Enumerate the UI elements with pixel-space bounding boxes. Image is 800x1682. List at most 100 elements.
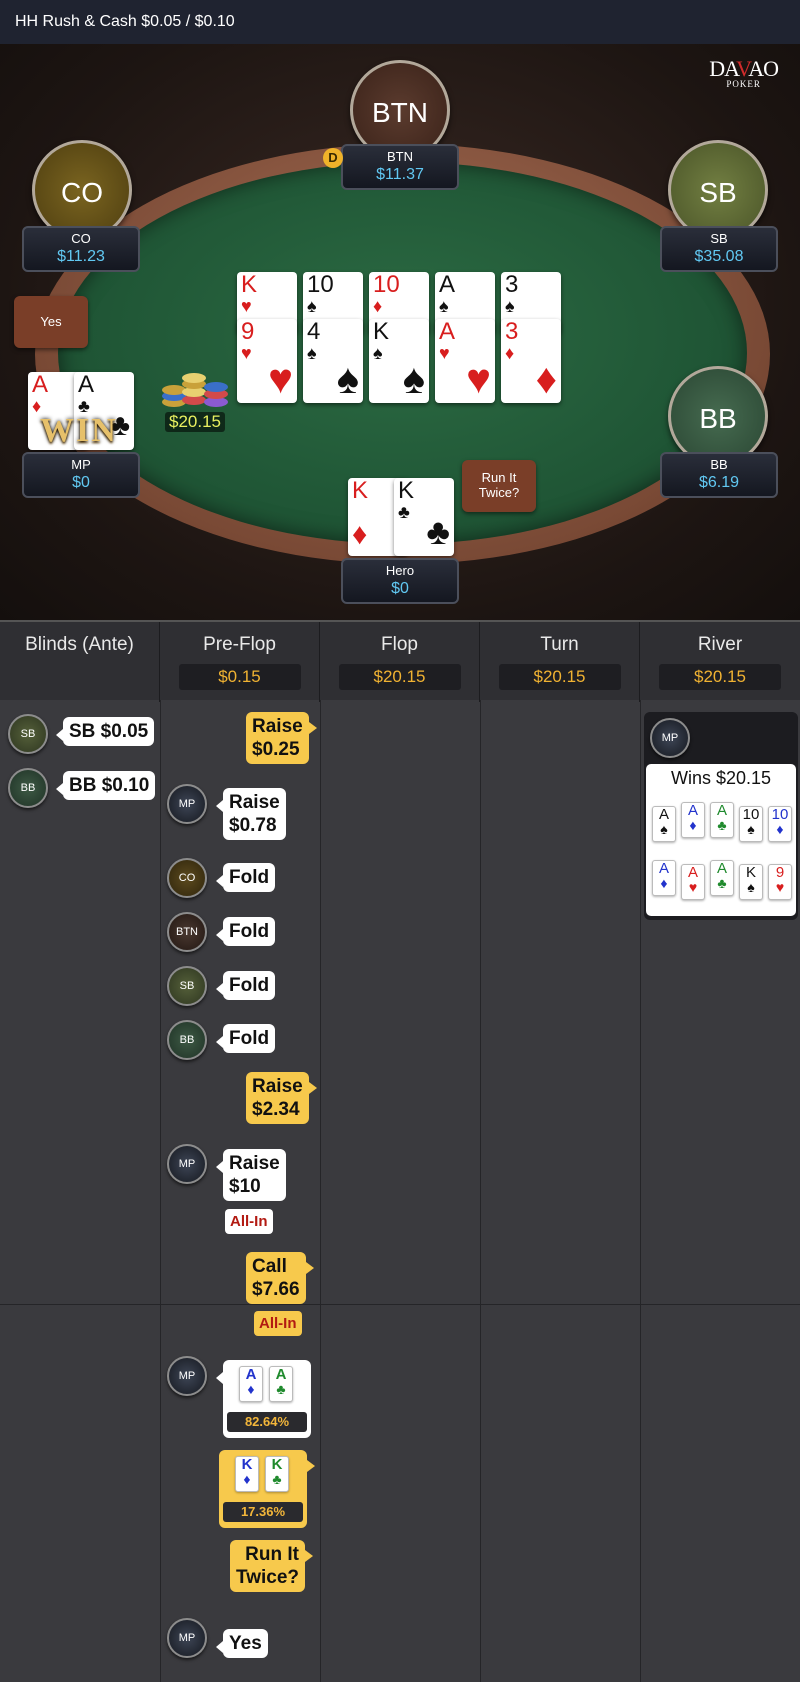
seat-stack: $11.23 (57, 248, 105, 265)
mini-card: A ♣ (710, 860, 734, 896)
col-pot: $0.15 (178, 664, 301, 690)
seat-name: CO (71, 231, 91, 246)
col-pot: $20.15 (498, 664, 621, 690)
mini-card: A ♥ (681, 864, 705, 900)
mini-card: 10 ♦ (768, 806, 792, 842)
chip-mp: MP (167, 1144, 207, 1184)
col-preflop: Pre-Flop $0.15 (160, 622, 320, 702)
action-call-hero: Call $7.66 (246, 1252, 314, 1304)
wins-label: Wins $20.15 (670, 768, 772, 788)
davao-poker-logo: DAVAO POKER (709, 56, 779, 89)
avatar-bb[interactable]: BB (668, 366, 768, 466)
divider (320, 700, 321, 1682)
board-card-bottom-1: 9 ♥ ♥ (237, 319, 297, 403)
seat-stack: $35.08 (694, 248, 744, 265)
poker-table: DAVAO POKER BTN BTN $11.37 D CO CO $11.2… (0, 44, 800, 620)
blind-bb-bubble: BB $0.10 (55, 771, 156, 800)
col-blinds: Blinds (Ante) (0, 622, 160, 702)
seat-name: Hero (385, 563, 415, 578)
win-badge: WIN (40, 412, 118, 449)
mini-card: 10 ♠ (739, 806, 763, 842)
board-card-bottom-4: A ♥ ♥ (435, 319, 495, 403)
chip-co: CO (167, 858, 207, 898)
seat-plate-btn: BTN $11.37 (341, 144, 459, 190)
col-river: River $20.15 (640, 622, 800, 702)
action-fold-btn: Fold (215, 917, 276, 946)
action-raise-hero-2: Raise $2.34 (246, 1072, 317, 1124)
avatar-co[interactable]: CO (32, 140, 132, 240)
equity-mp: 82.64% (227, 1412, 307, 1432)
chip-btn: BTN (167, 912, 207, 952)
col-flop: Flop $20.15 (320, 622, 480, 702)
mini-card: A ♠ (652, 806, 676, 842)
mini-card: K ♣ (265, 1456, 289, 1492)
chip-mp: MP (650, 718, 690, 758)
mini-card: A ♦ (681, 802, 705, 838)
col-title: Blinds (Ante) (25, 634, 134, 655)
seat-name: SB (710, 231, 728, 246)
blind-sb-bubble: SB $0.05 (55, 717, 155, 746)
divider (160, 700, 161, 1682)
col-pot: $20.15 (659, 664, 781, 690)
pot-chips-icon (162, 373, 228, 407)
mini-card: K ♠ (739, 864, 763, 900)
chip-sb: SB (8, 714, 48, 754)
seat-stack: $6.19 (698, 474, 740, 491)
seat-plate-mp: MP $0 (22, 452, 140, 498)
action-run-it-twice: Run It Twice? (230, 1540, 313, 1592)
mp-showdown: A ♦ A ♣ 82.64% (216, 1360, 311, 1438)
action-fold-bb: Fold (215, 1024, 276, 1053)
chip-mp: MP (167, 784, 207, 824)
avatar-sb[interactable]: SB (668, 140, 768, 240)
chip-mp: MP (167, 1618, 207, 1658)
board-card-bottom-3: K ♠ ♠ (369, 319, 429, 403)
seat-stack: $0 (391, 580, 409, 597)
seat-plate-sb: SB $35.08 (660, 226, 778, 272)
hero-card-2: K ♣ ♣ (394, 478, 454, 556)
winner-card-box: Wins $20.15 A ♠ A ♦ A ♣ 10 ♠ 10 ♦ A ♦ A ♥ A ♣ K ♠… (646, 764, 796, 916)
chip-bb: BB (167, 1020, 207, 1060)
dealer-button: D (323, 148, 343, 168)
col-title: River (697, 634, 743, 655)
divider (0, 1304, 800, 1305)
seat-plate-hero: Hero $0 (341, 558, 459, 604)
col-title: Flop (381, 634, 418, 655)
action-fold-sb: Fold (215, 971, 276, 1000)
seat-plate-bb: BB $6.19 (660, 452, 778, 498)
all-in-badge-hero: All-In (254, 1311, 302, 1336)
action-raise-mp-2: Raise $10 (216, 1149, 286, 1201)
seat-stack: $11.37 (376, 166, 424, 183)
hand-history-title: HH Rush & Cash $0.05 / $0.10 (0, 0, 800, 44)
chip-bb: BB (8, 768, 48, 808)
mini-card: K ♦ (235, 1456, 259, 1492)
action-fold-co: Fold (215, 863, 276, 892)
mini-card: A ♣ (710, 802, 734, 838)
seat-stack: $0 (72, 474, 90, 491)
hero-showdown: K ♦ K ♣ 17.36% (219, 1450, 315, 1528)
mini-card: 9 ♥ (768, 864, 792, 900)
equity-hero: 17.36% (223, 1502, 303, 1522)
seat-name: BB (710, 457, 728, 472)
run-it-twice-button[interactable]: Run It Twice? (462, 460, 536, 512)
mini-card: A ♦ (239, 1366, 263, 1402)
board-card-bottom-5: 3 ♦ ♦ (501, 319, 561, 403)
col-title: Pre-Flop (203, 634, 276, 655)
board-card-bottom-2: 4 ♠ ♠ (303, 319, 363, 403)
col-pot: $20.15 (338, 664, 461, 690)
divider (640, 700, 641, 1682)
action-yes-mp: Yes (216, 1629, 268, 1658)
action-raise-mp-1: Raise $0.78 (216, 788, 286, 840)
mini-card: A ♣ (269, 1366, 293, 1402)
col-title: Turn (540, 634, 579, 655)
pot-amount: $20.15 (165, 412, 225, 432)
action-raise-hero-1: Raise $0.25 (246, 712, 317, 764)
mini-card: A ♦ (652, 860, 676, 896)
seat-name: MP (71, 457, 91, 472)
seat-plate-co: CO $11.23 (22, 226, 140, 272)
seat-name: BTN (387, 149, 413, 164)
river-winner-panel: MP Wins $20.15 A ♠ A ♦ A ♣ 10 ♠ 10 ♦ A ♦ A ♥ A ♣… (644, 712, 798, 920)
divider (480, 700, 481, 1682)
chip-mp: MP (167, 1356, 207, 1396)
all-in-badge-mp: All-In (225, 1209, 273, 1234)
yes-button[interactable]: Yes (14, 296, 88, 348)
